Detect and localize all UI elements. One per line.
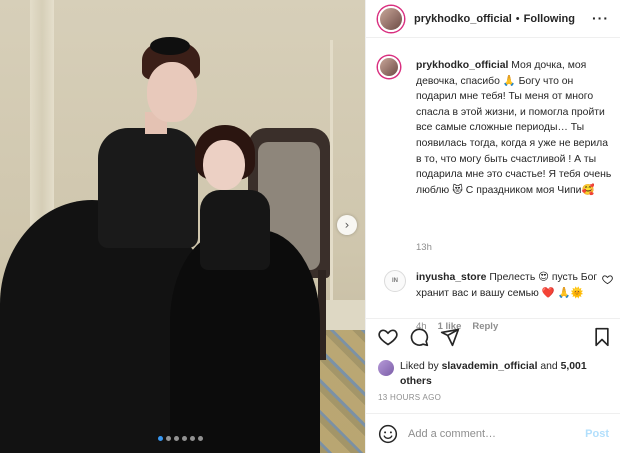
post-photo[interactable]: › bbox=[0, 0, 365, 453]
comment-icon[interactable] bbox=[409, 327, 429, 347]
add-comment-bar: Add a comment… Post bbox=[366, 413, 620, 453]
author-avatar[interactable] bbox=[378, 5, 404, 32]
carousel-dot bbox=[174, 436, 179, 441]
caption-avatar[interactable] bbox=[378, 56, 400, 78]
commenter-username[interactable]: inyusha_store bbox=[416, 272, 486, 283]
emoji-icon[interactable] bbox=[378, 424, 398, 444]
commenter-avatar-text: ІN bbox=[392, 278, 398, 284]
following-button[interactable]: Following bbox=[524, 13, 575, 25]
carousel-dot bbox=[182, 436, 187, 441]
likes-prefix: Liked by bbox=[400, 361, 439, 372]
carousel-dots bbox=[158, 436, 203, 441]
carousel-dot bbox=[198, 436, 203, 441]
post-comment-button[interactable]: Post bbox=[585, 428, 609, 440]
carousel-dot bbox=[190, 436, 195, 441]
caption-username[interactable]: prykhodko_official bbox=[416, 60, 508, 71]
likes-text: Liked by slavademin_official and 5,001 o… bbox=[400, 359, 610, 389]
caption-text-block: prykhodko_official Моя дочка, моя девочк… bbox=[416, 58, 614, 198]
chevron-right-icon: › bbox=[344, 218, 350, 232]
comment-input[interactable]: Add a comment… bbox=[408, 428, 585, 440]
comment-like-heart-icon[interactable] bbox=[602, 274, 613, 288]
commenter-avatar[interactable]: ІN bbox=[384, 270, 406, 292]
photo-girl-face bbox=[203, 140, 245, 190]
post-side-panel: prykhodko_official • Following ··· prykh… bbox=[365, 0, 620, 453]
photo-woman-torso bbox=[98, 128, 198, 248]
bookmark-icon[interactable] bbox=[592, 327, 612, 347]
photo-girl-torso bbox=[200, 190, 270, 270]
post-timestamp[interactable]: 13 HOURS AGO bbox=[378, 393, 441, 402]
caption-text: Моя дочка, моя девочка, спасибо 🙏 Богу ч… bbox=[416, 60, 612, 196]
comments-section: prykhodko_official Моя дочка, моя девочк… bbox=[366, 38, 620, 332]
header-separator: • bbox=[515, 12, 520, 25]
next-photo-button[interactable]: › bbox=[337, 215, 357, 235]
post-actions: Liked by slavademin_official and 5,001 o… bbox=[366, 318, 620, 428]
author-username[interactable]: prykhodko_official bbox=[414, 13, 512, 25]
photo-woman-hair-bun bbox=[150, 37, 190, 55]
share-icon[interactable] bbox=[440, 327, 460, 347]
likes-connector: and bbox=[540, 361, 558, 372]
photo-woman-face bbox=[147, 62, 197, 122]
liker-username[interactable]: slavademin_official bbox=[442, 361, 538, 372]
post-header: prykhodko_official • Following ··· bbox=[366, 0, 620, 38]
carousel-dot bbox=[166, 436, 171, 441]
comment-text-block: inyusha_store Прелесть 😍 пусть Бог храни… bbox=[416, 270, 601, 301]
liker-avatar[interactable] bbox=[378, 360, 394, 376]
more-icon[interactable]: ··· bbox=[592, 10, 609, 26]
caption-timestamp[interactable]: 13h bbox=[416, 242, 432, 253]
heart-icon[interactable] bbox=[378, 327, 398, 347]
carousel-dot-active bbox=[158, 436, 163, 441]
photo-wall-panel bbox=[330, 40, 365, 300]
